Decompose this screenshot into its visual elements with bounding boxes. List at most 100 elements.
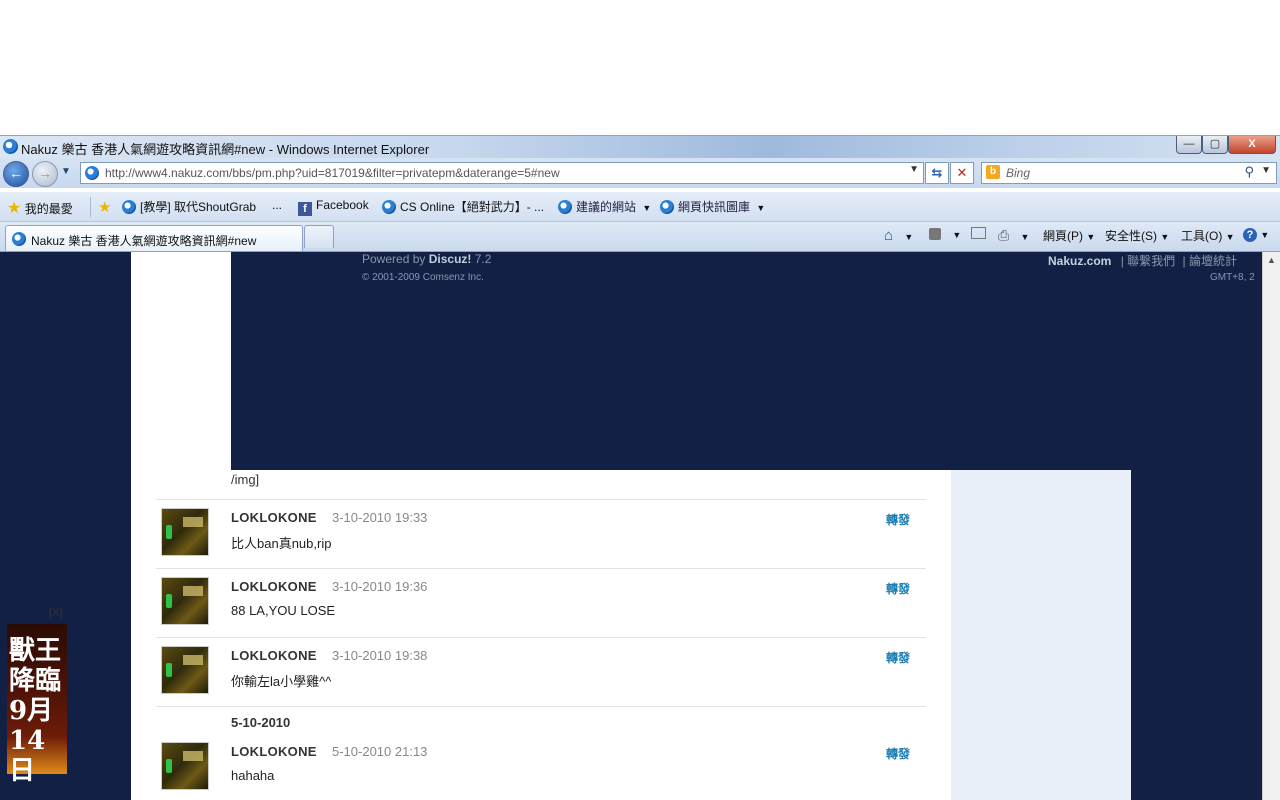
- rss-icon: [929, 228, 941, 240]
- page-ie-icon: [85, 166, 99, 180]
- address-url[interactable]: http://www4.nakuz.com/bbs/pm.php?uid=817…: [105, 166, 560, 180]
- tab-active[interactable]: Nakuz 樂古 香港人氣網遊攻略資訊網#new: [5, 225, 303, 251]
- tools-menu[interactable]: 工具(O) ▼: [1181, 227, 1235, 244]
- fav-link-more[interactable]: ...: [272, 198, 282, 215]
- home-button[interactable]: ⌂ ▼: [884, 227, 913, 244]
- message-text: 比人ban真nub,rip: [231, 536, 332, 551]
- copyright: © 2001-2009 Comsenz Inc.: [362, 272, 484, 283]
- forward-button[interactable]: →: [32, 161, 58, 187]
- refresh-icon: ⇆: [931, 165, 943, 180]
- address-dropdown-icon[interactable]: ▼: [909, 164, 919, 175]
- search-icon[interactable]: ⚲: [1244, 164, 1254, 180]
- fav-link-facebook[interactable]: f Facebook: [298, 198, 369, 216]
- search-input[interactable]: Bing: [1006, 166, 1030, 180]
- scroll-up-icon[interactable]: ▲: [1267, 255, 1276, 265]
- fav-link-label: CS Online【絕對武力】- ...: [400, 200, 545, 214]
- minimize-button[interactable]: —: [1176, 136, 1202, 154]
- ad-close-button[interactable]: [X]: [49, 607, 62, 619]
- back-button[interactable]: ←: [3, 161, 29, 187]
- fav-link-label: Facebook: [316, 198, 369, 212]
- stop-button[interactable]: ✕: [950, 162, 974, 184]
- title-bar: Nakuz 樂古 香港人氣網遊攻略資訊網#new - Windows Inter…: [0, 135, 1280, 158]
- chevron-down-icon: ▼: [756, 203, 766, 213]
- contact-link[interactable]: 聯繫我們: [1127, 254, 1175, 268]
- favorites-label: 我的最愛: [24, 202, 73, 216]
- printer-icon: ⎙: [998, 227, 1010, 243]
- discuz-link[interactable]: Discuz!: [429, 252, 472, 266]
- vertical-scrollbar[interactable]: ▲: [1262, 252, 1280, 800]
- discuz-version: 7.2: [474, 252, 492, 266]
- previous-message-tail: /img]: [231, 472, 260, 487]
- safety-menu[interactable]: 安全性(S) ▼: [1105, 227, 1169, 244]
- tools-menu-label: 工具(O): [1181, 229, 1223, 243]
- pm-message-list: /img] LOKLOKONE 3-10-2010 19:33 比人ban真nu…: [131, 470, 951, 800]
- avatar[interactable]: [161, 508, 209, 556]
- back-arrow-icon: ←: [9, 165, 23, 181]
- recent-pages-dropdown-icon[interactable]: ▼: [61, 166, 71, 177]
- message-username[interactable]: LOKLOKONE: [231, 744, 317, 759]
- read-mail-button[interactable]: [971, 227, 986, 241]
- forward-link[interactable]: 轉發: [886, 511, 910, 528]
- mail-icon: [971, 227, 986, 239]
- new-tab-button[interactable]: [304, 225, 334, 248]
- ie-page-icon: [382, 200, 396, 214]
- maximize-button[interactable]: ▢: [1202, 136, 1228, 154]
- message-username[interactable]: LOKLOKONE: [231, 648, 317, 663]
- message-username[interactable]: LOKLOKONE: [231, 579, 317, 594]
- fav-link-shoutgrab[interactable]: [教學] 取代ShoutGrab: [122, 198, 256, 215]
- list-item: LOKLOKONE 3-10-2010 19:38 你輸左la小學雞^^ 轉發: [156, 637, 926, 706]
- fav-link-cs-online[interactable]: CS Online【絕對武力】- ...: [382, 198, 544, 215]
- tab-ie-icon: [12, 232, 26, 246]
- chevron-down-icon: ▼: [1020, 232, 1030, 242]
- message-time: 3-10-2010 19:36: [332, 579, 428, 594]
- feeds-button[interactable]: ▼: [929, 227, 961, 241]
- refresh-button[interactable]: ⇆: [925, 162, 949, 184]
- message-text: hahaha: [231, 768, 275, 783]
- window-title: Nakuz 樂古 香港人氣網遊攻略資訊網#new - Windows Inter…: [21, 142, 430, 157]
- add-to-favorites-button[interactable]: ★: [98, 198, 112, 216]
- chevron-down-icon: ▼: [1260, 230, 1270, 240]
- favorites-button[interactable]: ★ 我的最愛: [7, 198, 73, 217]
- avatar[interactable]: [161, 577, 209, 625]
- forward-link[interactable]: 轉發: [886, 745, 910, 762]
- ie-page-icon: [122, 200, 136, 214]
- floating-ad-banner[interactable]: 獸王降臨 9月14日: [7, 624, 67, 786]
- fav-web-slice-gallery[interactable]: 網頁快訊圖庫 ▼: [660, 198, 765, 215]
- stats-link[interactable]: 論壇統計: [1189, 254, 1237, 268]
- footer-left-column: [131, 252, 231, 470]
- chevron-down-icon: ▼: [1225, 232, 1235, 242]
- message-time: 3-10-2010 19:38: [332, 648, 428, 663]
- page-viewport: Powered by Discuz! 7.2 © 2001-2009 Comse…: [0, 252, 1262, 800]
- close-button[interactable]: X: [1228, 136, 1276, 154]
- print-button[interactable]: ⎙ ▼: [998, 227, 1029, 244]
- pm-side-panel: [951, 470, 1131, 800]
- chevron-down-icon: ▼: [1086, 232, 1096, 242]
- message-time: 3-10-2010 19:33: [332, 510, 428, 525]
- timezone-text: GMT+8, 2: [1210, 272, 1255, 283]
- site-name-link[interactable]: Nakuz.com: [1048, 254, 1111, 268]
- page-menu[interactable]: 網頁(P) ▼: [1043, 227, 1095, 244]
- ad-text: 獸王降臨 9月14日: [9, 636, 62, 786]
- message-time: 5-10-2010 21:13: [332, 744, 428, 759]
- favorites-divider: [90, 197, 91, 217]
- footer-links: Nakuz.com | 聯繫我們 | 論壇統計: [1048, 254, 1238, 268]
- avatar[interactable]: [161, 646, 209, 694]
- avatar[interactable]: [161, 742, 209, 790]
- list-item: LOKLOKONE 3-10-2010 19:33 比人ban真nub,rip …: [156, 499, 926, 568]
- help-icon: ?: [1243, 228, 1257, 242]
- search-box[interactable]: b Bing ⚲ ▼: [981, 162, 1277, 184]
- forward-link[interactable]: 轉發: [886, 649, 910, 666]
- add-favorite-icon: ★: [98, 199, 112, 216]
- fav-suggested-sites[interactable]: 建議的網站 ▼: [558, 198, 651, 215]
- chevron-down-icon: ▼: [904, 232, 914, 242]
- address-bar[interactable]: http://www4.nakuz.com/bbs/pm.php?uid=817…: [80, 162, 924, 184]
- message-username[interactable]: LOKLOKONE: [231, 510, 317, 525]
- fav-link-label: [教學] 取代ShoutGrab: [140, 200, 257, 214]
- message-text: 88 LA,YOU LOSE: [231, 603, 336, 618]
- search-options-dropdown-icon[interactable]: ▼: [1261, 165, 1271, 176]
- home-icon: ⌂: [884, 227, 894, 244]
- fav-link-label: 建議的網站: [576, 200, 637, 214]
- favorites-bar: ★ 我的最愛 ★ [教學] 取代ShoutGrab ... f Facebook …: [0, 192, 1280, 222]
- forward-link[interactable]: 轉發: [886, 580, 910, 597]
- help-button[interactable]: ? ▼: [1243, 227, 1269, 242]
